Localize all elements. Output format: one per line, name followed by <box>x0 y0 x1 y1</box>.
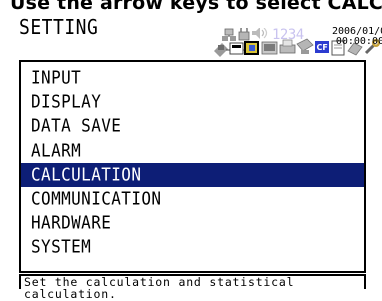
menu-item-system[interactable]: SYSTEM <box>21 235 364 259</box>
help-text-box: Set the calculation and statistical calc… <box>19 274 366 300</box>
menu-item-hardware[interactable]: HARDWARE <box>21 211 364 235</box>
instruction-caption-text: Use the arrow keys to select CALCULATION <box>10 0 382 14</box>
menu-item-display[interactable]: DISPLAY <box>21 90 364 114</box>
lock-icon <box>238 28 250 41</box>
menu-item-communication[interactable]: COMMUNICATION <box>21 187 364 211</box>
menu-item-input[interactable]: INPUT <box>21 66 364 90</box>
status-bar: CF 1234 2006/01/01 00:00:00 <box>214 27 382 58</box>
time-text: 00:00:00 <box>335 36 382 47</box>
cf-card-icon: CF <box>315 41 329 53</box>
menu-item-alarm[interactable]: ALARM <box>21 139 364 163</box>
memory-value: 1234 <box>272 27 304 43</box>
help-text: Set the calculation and statistical calc… <box>24 276 294 300</box>
cursor-icon <box>214 43 228 57</box>
svg-text:CF: CF <box>317 43 328 52</box>
volume-icon <box>252 28 268 39</box>
datetime: 2006/01/01 00:00:00 <box>332 27 382 47</box>
network-icon <box>222 28 236 41</box>
menu-item-data-save[interactable]: DATA SAVE <box>21 114 364 138</box>
menu-item-calculation[interactable]: CALCULATION <box>21 162 364 187</box>
clock-icon <box>244 41 259 55</box>
page-title: SETTING <box>19 16 99 40</box>
settings-menu: INPUT DISPLAY DATA SAVE ALARM CALCULATIO… <box>19 60 366 273</box>
monitor-icon <box>261 41 278 55</box>
menu-list: INPUT DISPLAY DATA SAVE ALARM CALCULATIO… <box>21 66 364 260</box>
server-icon <box>226 42 247 55</box>
help-text-line-2: calculation. <box>24 287 117 301</box>
